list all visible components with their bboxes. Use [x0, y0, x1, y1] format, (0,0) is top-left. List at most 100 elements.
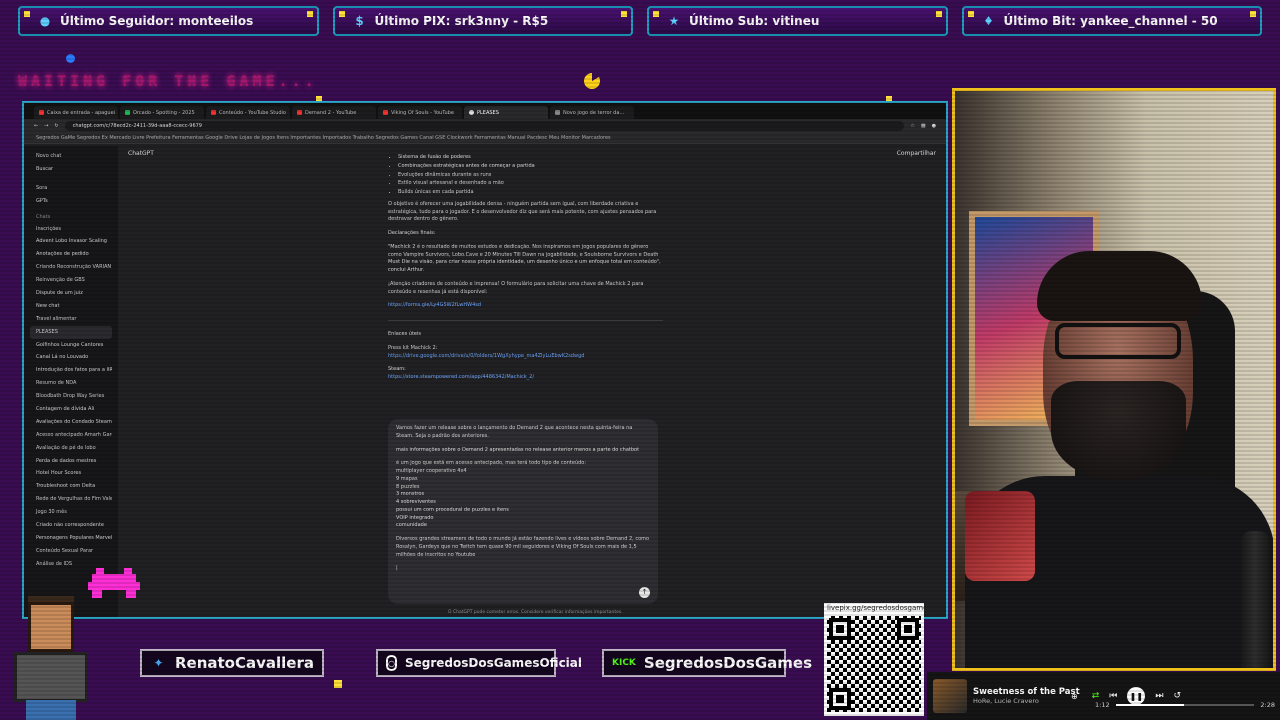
- sidebar-chat-item[interactable]: Criado não correspondente: [30, 519, 112, 532]
- list-item: Combinações estratégicas antes de começa…: [398, 163, 663, 171]
- pixel-dot: [66, 54, 75, 63]
- pause-icon: ❚❚: [1129, 691, 1144, 701]
- browser-tab[interactable]: Conteúdo - YouTube Studio: [206, 106, 290, 119]
- next-icon[interactable]: ⏭: [1155, 691, 1163, 701]
- sidebar-chat-item[interactable]: Conteúdo Sexual Parar: [30, 545, 112, 558]
- previous-icon[interactable]: ⏮: [1109, 691, 1117, 701]
- progress-bar[interactable]: [1115, 704, 1255, 706]
- steam-link[interactable]: https://store.steampowered.com/app/44863…: [388, 374, 534, 380]
- space-invader-icon: [88, 568, 140, 602]
- dollar-icon: $: [355, 14, 364, 28]
- address-bar-row: ← → ↻ chatgpt.com/c/78ecd2c-2411-39d-aaa…: [24, 119, 946, 133]
- track-artist: HoRe, Lucie Cravero: [973, 697, 1039, 705]
- reload-icon[interactable]: ↻: [54, 123, 58, 129]
- twitter-bird-icon: ✦: [153, 656, 164, 670]
- sidebar-chat-item[interactable]: Perda de dados mestres: [30, 455, 112, 468]
- list-item: Sistema de fusão de poderes: [398, 154, 663, 162]
- back-icon[interactable]: ←: [34, 123, 38, 129]
- extensions-icon[interactable]: ▩: [921, 123, 926, 129]
- prompt-paragraph: Diversos grandes streamers de todo o mun…: [396, 536, 650, 558]
- url-input[interactable]: chatgpt.com/c/78ecd2c-2411-39d-aaa8-ccec…: [64, 121, 905, 131]
- search-chats-button[interactable]: Buscar: [30, 163, 112, 176]
- bookmarks-bar[interactable]: Segredos GaMe Segredos Ex Mercado Livre …: [24, 133, 946, 144]
- browser-tab[interactable]: Viking Of Souls - YouTube: [378, 106, 462, 119]
- prompt-line: é um jogo que está em acesso antecipado,…: [396, 460, 587, 467]
- chat-sidebar: Novo chat Buscar Sora GPTs Chats Inscriç…: [24, 146, 118, 617]
- prompt-textarea[interactable]: Vamos fazer um release sobre o lançament…: [388, 419, 658, 604]
- shuffle-icon[interactable]: ⇄: [1092, 691, 1100, 701]
- prompt-line: 8 puzzles: [396, 483, 420, 490]
- instagram-badge: ○ SegredosDosGamesOficial: [376, 649, 582, 677]
- sidebar-chat-item[interactable]: Reinvenção de GBS: [30, 274, 112, 287]
- sidebar-chat-item[interactable]: Travel alimentar: [30, 313, 112, 326]
- alerts-bar: ● Último Seguidor: monteeilos $ Último P…: [18, 6, 1262, 42]
- sidebar-chat-item[interactable]: Criando Reconstrução VARIAN: [30, 261, 112, 274]
- browser-window: Caixa de entrada - apaguei Orcado - Spot…: [22, 101, 948, 619]
- sidebar-chat-item[interactable]: Dispute de um juiz: [30, 287, 112, 300]
- form-link[interactable]: https://forms.gle/Ly4G5W2fLwHW4sd: [388, 302, 481, 308]
- sidebar-chat-item[interactable]: Acesso antecipado Amarh Garden: [30, 429, 112, 442]
- prompt-line: multiplayer cooperativo 4x4: [396, 468, 467, 474]
- music-player: Sweetness of the Past HoRe, Lucie Craver…: [927, 672, 1280, 720]
- disclaimer: O ChatGPT pode cometer erros. Considere …: [448, 610, 623, 615]
- sidebar-chat-item[interactable]: Jogo 30 mês: [30, 506, 112, 519]
- sidebar-chat-item[interactable]: Avaliação de pé de lobo: [30, 442, 112, 455]
- kick-badge: KICK SegredosDosGames: [602, 649, 812, 677]
- send-button[interactable]: ↑: [639, 587, 650, 598]
- sidebar-chat-item[interactable]: Introdução dos fatos para a IIR: [30, 364, 112, 377]
- star-icon: ★: [668, 14, 680, 28]
- press-kit-label: Press kit Machick 2:: [388, 344, 438, 351]
- bookmark-star-icon[interactable]: ☆: [910, 123, 914, 129]
- section-heading: Enlaces úteis: [388, 331, 422, 337]
- instagram-icon: ○: [386, 655, 397, 671]
- sidebar-item-sora[interactable]: Sora: [30, 182, 112, 195]
- sidebar-chat-item[interactable]: Resumo de NDA: [30, 377, 112, 390]
- sidebar-item-gpts[interactable]: GPTs: [30, 195, 112, 208]
- browser-tab[interactable]: Demand 2 - YouTube: [292, 106, 376, 119]
- chat-history-list: Inscrições Advent Lobo Invasor Scaling Ano…: [30, 223, 112, 571]
- progress-fill: [1115, 704, 1184, 706]
- list-item: Estilo visual artesanal e desenhado a mã…: [398, 180, 663, 188]
- qr-panel: livepix.gg/segredosdosgames: [824, 603, 931, 716]
- alert-text: Último Sub: vitineu: [689, 14, 820, 28]
- sidebar-chat-item[interactable]: Avaliações do Condado Steam: [30, 416, 112, 429]
- press-kit-link[interactable]: https://drive.google.com/drive/u/0/folde…: [388, 353, 584, 359]
- sidebar-chat-item[interactable]: Bloodbath Drop Way Series: [30, 390, 112, 403]
- add-icon[interactable]: ⊕: [1071, 692, 1078, 701]
- sidebar-chat-item[interactable]: Rede de Vergulhas do Fim Vale: [30, 493, 112, 506]
- prompt-line: 9 mapas: [396, 475, 418, 482]
- sidebar-chat-item[interactable]: Advent Lobo Invasor Scaling: [30, 235, 112, 248]
- browser-tab-active[interactable]: PLEASES: [464, 106, 548, 119]
- model-selector[interactable]: ChatGPT: [128, 150, 154, 157]
- last-bit-alert: ♦ Último Bit: yankee_channel - 50: [961, 6, 1262, 36]
- sidebar-chat-item[interactable]: Hotel Hour Scores: [30, 467, 112, 480]
- sidebar-chat-item[interactable]: Anotações de pedido: [30, 248, 112, 261]
- sidebar-chat-item[interactable]: PLEASES: [30, 325, 112, 339]
- prompt-line: 3 monstros: [396, 491, 425, 498]
- repeat-icon[interactable]: ↺: [1173, 691, 1181, 701]
- forward-icon[interactable]: →: [44, 123, 48, 129]
- profile-icon[interactable]: ●: [932, 123, 936, 129]
- browser-tab[interactable]: Orcado - Spotting - 2025: [120, 106, 204, 119]
- sidebar-chat-item[interactable]: Golfinhos Lounge Cantores: [30, 339, 112, 352]
- list-item: Evoluções dinâmicas durante as runs: [398, 172, 663, 180]
- sidebar-chat-item[interactable]: New chat: [30, 300, 112, 313]
- sidebar-chat-item[interactable]: Canal Lá no Louvado: [30, 351, 112, 364]
- twitter-badge: ✦ RenatoCavallera: [140, 649, 324, 677]
- browser-tab[interactable]: Caixa de entrada - apaguei: [34, 106, 118, 119]
- sidebar-chat-item[interactable]: Troubleshoot com Delta: [30, 480, 112, 493]
- sidebar-chat-item[interactable]: Contagem de dívida Ali: [30, 403, 112, 416]
- new-chat-button[interactable]: Novo chat: [30, 150, 112, 163]
- shirt-print: [965, 491, 1035, 581]
- diamond-icon: ♦: [983, 14, 994, 28]
- waiting-banner: WAITING FOR THE GAME...: [18, 72, 318, 90]
- browser-tab[interactable]: Novo jogo de terror da...: [550, 106, 634, 119]
- qr-code-icon: [827, 616, 921, 712]
- sidebar-chat-item[interactable]: Inscrições: [30, 223, 112, 236]
- sidebar-chat-item[interactable]: Personagens Populares Marvel: [30, 532, 112, 545]
- quote-paragraph: "Machick 2 é o resultado de muitos estud…: [388, 243, 661, 273]
- streamer-glasses: [1055, 323, 1181, 359]
- favicon-icon: [383, 110, 388, 115]
- share-button[interactable]: Compartilhar: [897, 150, 936, 157]
- track-info: Sweetness of the Past HoRe, Lucie Craver…: [973, 687, 1080, 705]
